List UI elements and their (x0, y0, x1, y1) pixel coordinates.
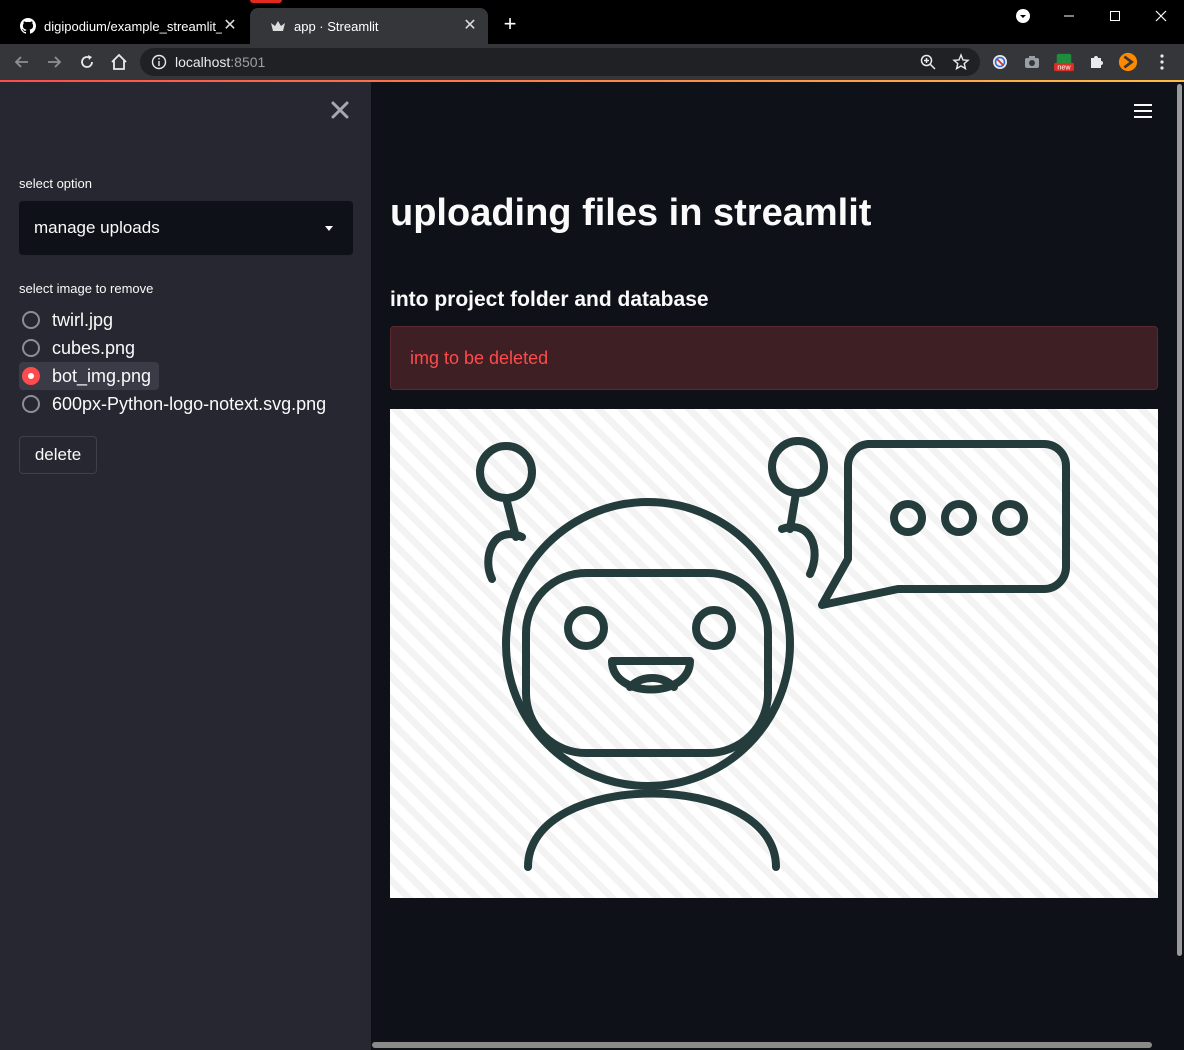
block-icon[interactable] (990, 52, 1010, 72)
delete-button[interactable]: delete (19, 436, 97, 474)
select-option-label: select option (19, 176, 92, 191)
chevron-down-icon (325, 226, 333, 231)
github-icon (20, 18, 36, 34)
forward-icon[interactable] (42, 50, 66, 74)
site-info-icon[interactable] (151, 54, 167, 75)
radio-option-label: cubes.png (52, 337, 136, 358)
radio-option-bot-img[interactable]: bot_img.png (19, 362, 160, 390)
vertical-scrollbar[interactable] (1177, 84, 1182, 956)
radio-option-label: bot_img.png (52, 365, 152, 386)
back-icon[interactable] (10, 50, 34, 74)
close-tab-icon[interactable]: ✕ (462, 18, 478, 34)
selectbox-value: manage uploads (34, 218, 160, 237)
url-port: :8501 (230, 54, 266, 70)
minimize-icon[interactable] (1046, 0, 1092, 32)
main-menu-icon[interactable] (1134, 104, 1152, 120)
home-icon[interactable] (107, 50, 131, 74)
tab-strip: digipodium/example_streamlit_x ✕ app · S… (0, 0, 1184, 44)
robot-chat-illustration (390, 409, 1158, 898)
radio-option-twirl[interactable]: twirl.jpg (19, 306, 121, 334)
radio-option-cubes[interactable]: cubes.png (19, 334, 143, 362)
radio-option-label: 600px-Python-logo-notext.svg.png (52, 393, 327, 414)
menu-dots-icon[interactable] (1152, 52, 1172, 72)
address-bar[interactable]: localhost:8501 (140, 48, 980, 76)
url-host: localhost (175, 54, 231, 70)
tab-search-icon[interactable] (1000, 0, 1046, 32)
tab-title: digipodium/example_streamlit_x (44, 18, 222, 34)
tab-title: app · Streamlit (294, 18, 379, 34)
close-sidebar-icon[interactable] (330, 100, 350, 120)
radio-button[interactable] (22, 339, 40, 357)
alert-message: img to be deleted (410, 348, 549, 368)
radio-button[interactable] (22, 395, 40, 413)
bot-image (390, 409, 1158, 898)
bookmark-star-icon[interactable] (952, 53, 970, 76)
new-badge-text: new (1057, 63, 1071, 72)
puzzle-icon[interactable] (1086, 52, 1106, 72)
new-tab-icon[interactable]: + (500, 13, 520, 35)
radio-button[interactable] (22, 311, 40, 329)
zoom-icon[interactable] (920, 54, 936, 75)
url-text: localhost:8501 (175, 54, 265, 70)
streamlit-crown-icon (270, 18, 286, 34)
horizontal-scrollbar[interactable] (372, 1042, 1152, 1048)
error-alert: img to be deleted (390, 326, 1158, 390)
browser-toolbar: localhost:8501 new (0, 44, 1184, 80)
new-badge-extension-icon[interactable]: new (1054, 52, 1074, 72)
close-window-icon[interactable] (1138, 0, 1184, 32)
recording-indicator (250, 0, 282, 3)
avatar-extension-icon[interactable] (1118, 52, 1138, 72)
radio-button-selected[interactable] (22, 367, 40, 385)
option-selectbox[interactable]: manage uploads (19, 201, 353, 255)
tab-streamlit-app[interactable]: app · Streamlit ✕ (250, 8, 488, 44)
close-tab-icon[interactable]: ✕ (222, 18, 238, 34)
radio-group-label: select image to remove (19, 281, 154, 296)
reload-icon[interactable] (75, 50, 99, 74)
page-title: uploading files in streamlit (390, 192, 872, 234)
radio-option-label: twirl.jpg (52, 309, 114, 330)
page-subtitle: into project folder and database (390, 288, 709, 311)
camera-icon[interactable] (1022, 52, 1042, 72)
radio-option-python-logo[interactable]: 600px-Python-logo-notext.svg.png (19, 390, 334, 418)
maximize-icon[interactable] (1092, 0, 1138, 32)
tab-github[interactable]: digipodium/example_streamlit_x ✕ (0, 8, 248, 44)
